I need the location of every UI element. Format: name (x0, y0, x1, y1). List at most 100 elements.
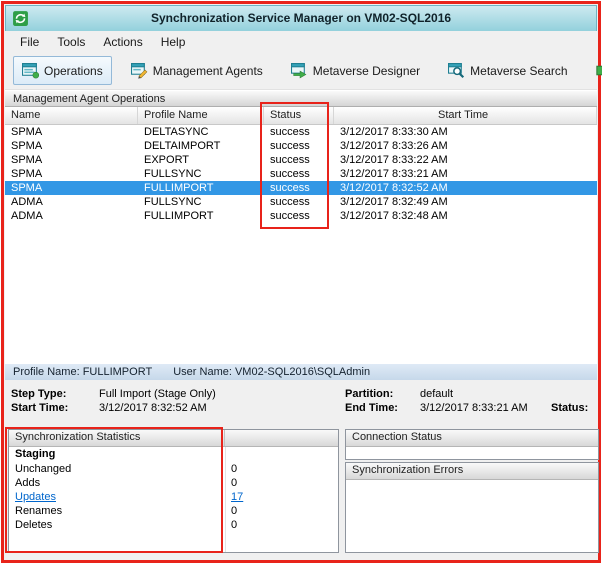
op-profile: FULLIMPORT (144, 182, 214, 194)
stat-value: 0 (231, 505, 238, 517)
op-profile: DELTAIMPORT (144, 140, 221, 152)
sync-statistics-header: Synchronization Statistics (9, 430, 338, 447)
op-profile: FULLSYNC (144, 168, 202, 180)
op-profile: EXPORT (144, 154, 190, 166)
toolbar-button-metaverse-search[interactable]: Metaverse Search (439, 56, 576, 85)
operation-row[interactable]: ADMA FULLSYNC success 3/12/2017 8:32:49 … (5, 195, 597, 209)
stat-value: 0 (231, 519, 238, 531)
column-header-profile-name[interactable]: Profile Name (138, 107, 264, 124)
stat-label: Adds (15, 477, 41, 489)
operation-row[interactable]: SPMA DELTAIMPORT success 3/12/2017 8:33:… (5, 139, 597, 153)
connection-status-header: Connection Status (346, 430, 598, 447)
operation-row-selected[interactable]: SPMA FULLIMPORT success 3/12/2017 8:32:5… (5, 181, 597, 195)
app-window: Synchronization Service Manager on VM02-… (1, 1, 602, 563)
toolbar-button-label: Management Agents (152, 63, 263, 78)
operation-row[interactable]: SPMA EXPORT success 3/12/2017 8:33:22 AM (5, 153, 597, 167)
partition-value: default (420, 388, 454, 400)
step-type-label: Step Type: (11, 388, 67, 400)
stat-row-renames: Renames 0 (9, 504, 338, 518)
operations-icon (22, 63, 39, 79)
op-status: success (270, 126, 310, 138)
details-profile-name: Profile Name: FULLIMPORT (13, 366, 153, 378)
menu-item-actions[interactable]: Actions (94, 33, 151, 51)
sync-statistics-title: Synchronization Statistics (9, 430, 225, 446)
operation-row[interactable]: SPMA DELTASYNC success 3/12/2017 8:33:30… (5, 125, 597, 139)
op-name: ADMA (11, 196, 43, 208)
op-name: SPMA (11, 154, 43, 166)
run-details: Step Type: Full Import (Stage Only) Part… (5, 380, 597, 428)
end-time-value: 3/12/2017 8:33:21 AM (420, 402, 528, 414)
operations-list: Name Profile Name Status Start Time SPMA… (5, 107, 597, 365)
op-name: SPMA (11, 126, 43, 138)
toolbar-button-operations[interactable]: Operations (13, 56, 112, 85)
op-start-time: 3/12/2017 8:33:30 AM (340, 126, 448, 138)
operation-row[interactable]: ADMA FULLIMPORT success 3/12/2017 8:32:4… (5, 209, 597, 223)
op-start-time: 3/12/2017 8:32:52 AM (340, 182, 448, 194)
sync-statistics-panel: Synchronization Statistics Staging Uncha… (8, 429, 339, 553)
toolbar-button-management-agents[interactable]: Management Agents (122, 56, 272, 85)
title-bar[interactable]: Synchronization Service Manager on VM02-… (5, 5, 597, 32)
sync-statistics-body: Staging Unchanged 0 Adds 0 Updates 17 Re… (9, 447, 338, 552)
stats-group-staging: Staging (15, 448, 56, 460)
stat-label: Renames (15, 505, 63, 517)
operation-row[interactable]: SPMA FULLSYNC success 3/12/2017 8:33:21 … (5, 167, 597, 181)
start-time-label: Start Time: (11, 402, 69, 414)
toolbar-button-metaverse-designer[interactable]: Metaverse Designer (282, 56, 429, 85)
op-status: success (270, 182, 310, 194)
op-status: success (270, 140, 310, 152)
menu-item-tools[interactable]: Tools (48, 33, 94, 51)
op-name: SPMA (11, 182, 43, 194)
toolbar-button-label: Operations (44, 63, 103, 78)
details-user-name: User Name: VM02-SQL2016\SQLAdmin (173, 366, 371, 378)
op-start-time: 3/12/2017 8:33:21 AM (340, 168, 448, 180)
stat-updates-count-link[interactable]: 17 (231, 490, 243, 504)
stat-value: 0 (231, 477, 238, 489)
connection-status-title: Connection Status (352, 431, 442, 443)
menu-bar: File Tools Actions Help (5, 31, 597, 52)
op-status: success (270, 154, 310, 166)
partition-label: Partition: (345, 388, 394, 400)
stat-updates-link[interactable]: Updates (15, 491, 56, 503)
op-start-time: 3/12/2017 8:33:22 AM (340, 154, 448, 166)
details-header-bar: Profile Name: FULLIMPORT User Name: VM02… (5, 364, 597, 380)
section-header-management-agent-operations: Management Agent Operations (5, 90, 597, 107)
op-name: ADMA (11, 210, 43, 222)
menu-item-file[interactable]: File (11, 33, 48, 51)
end-time-label: End Time: (345, 402, 398, 414)
sync-errors-title: Synchronization Errors (352, 464, 464, 476)
menu-item-help[interactable]: Help (152, 33, 195, 51)
sync-statistics-value-column (225, 430, 231, 446)
column-header-status[interactable]: Status (264, 107, 334, 124)
op-profile: FULLSYNC (144, 196, 202, 208)
management-agents-icon (130, 63, 148, 79)
column-header-start-time[interactable]: Start Time (334, 107, 597, 124)
step-type-value: Full Import (Stage Only) (99, 388, 216, 400)
op-status: success (270, 168, 310, 180)
toolbar-button-joiner[interactable]: Joiner (587, 56, 602, 85)
column-header-name[interactable]: Name (5, 107, 138, 124)
metaverse-search-icon (448, 63, 465, 79)
op-status: success (270, 210, 310, 222)
op-profile: DELTASYNC (144, 126, 209, 138)
sync-errors-header: Synchronization Errors (346, 463, 598, 480)
operations-list-body: SPMA DELTASYNC success 3/12/2017 8:33:30… (5, 125, 597, 223)
toolbar-button-label: Metaverse Designer (312, 63, 421, 78)
op-status: success (270, 196, 310, 208)
toolbar: Operations Management Agents Metaverse D… (5, 52, 602, 90)
stat-value: 0 (231, 463, 238, 475)
op-profile: FULLIMPORT (144, 210, 214, 222)
stat-row-adds: Adds 0 (9, 476, 338, 490)
status-label: Status: (551, 402, 589, 414)
op-start-time: 3/12/2017 8:32:48 AM (340, 210, 448, 222)
stat-row-deletes: Deletes 0 (9, 518, 338, 532)
stat-label: Unchanged (15, 463, 72, 475)
stat-row-updates: Updates 17 (9, 490, 338, 504)
stat-label: Deletes (15, 519, 53, 531)
toolbar-button-label: Metaverse Search (470, 63, 568, 78)
metaverse-designer-icon (290, 63, 307, 79)
joiner-icon (595, 65, 602, 76)
stat-row-unchanged: Unchanged 0 (9, 462, 338, 476)
op-name: SPMA (11, 140, 43, 152)
op-name: SPMA (11, 168, 43, 180)
operations-list-header: Name Profile Name Status Start Time (5, 107, 597, 125)
